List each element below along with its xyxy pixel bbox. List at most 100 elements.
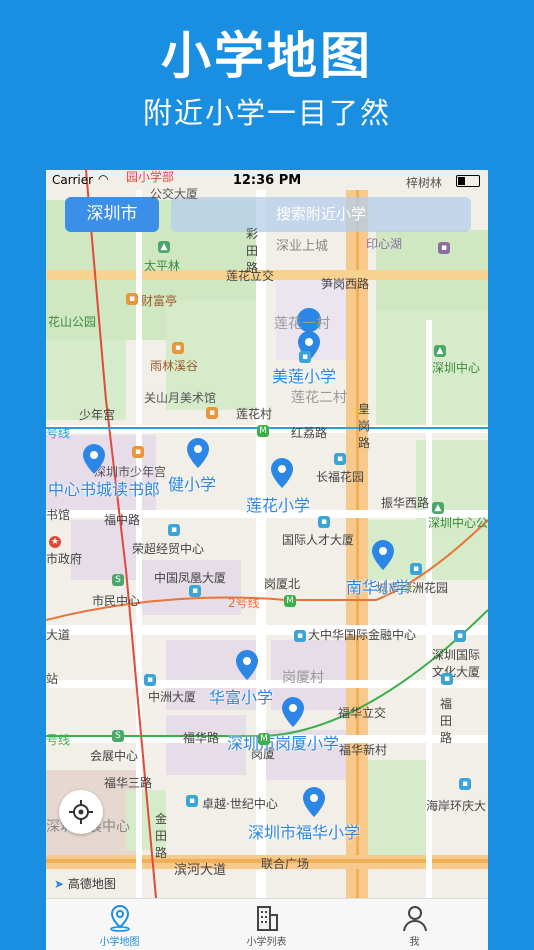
metro-icon: M	[257, 425, 269, 437]
map-label: 红荔路	[291, 426, 328, 440]
building-icon: ▪	[144, 674, 156, 686]
park-icon: ▲	[432, 502, 444, 514]
map-label: 号线	[46, 426, 71, 440]
tab-map[interactable]: 小学地图	[46, 899, 193, 950]
map-label: 号线	[46, 733, 71, 747]
metro-icon: S	[112, 730, 124, 742]
map-label: 岗厦北	[264, 577, 301, 591]
map-label: 福田路	[440, 697, 453, 745]
locate-me-button[interactable]	[59, 790, 103, 834]
building-icon: ▪	[294, 630, 306, 642]
building-icon: ▪	[299, 351, 311, 363]
map-label: 国际人才大厦	[282, 533, 355, 547]
map-label: 园小学部	[126, 170, 175, 184]
map-label: 会展中心	[90, 749, 139, 763]
search-input[interactable]: 搜索附近小学	[171, 197, 471, 232]
map-label: 莲花村	[236, 407, 273, 421]
map-label: 印心湖	[366, 237, 403, 251]
building-icon: ▪	[454, 630, 466, 642]
map-label: 梓树林	[406, 176, 443, 190]
building-icon: ▪	[438, 242, 450, 254]
map-label: 振华西路	[381, 496, 430, 510]
school-label[interactable]: 南华小学	[346, 574, 410, 598]
map-label: 荣超经贸中心	[132, 542, 205, 556]
map-label: 太平林	[144, 259, 181, 273]
museum-icon: ▪	[132, 446, 144, 458]
map-label: 笋岗西路	[321, 277, 370, 291]
government-icon: ★	[49, 536, 61, 548]
map-label: 福华立交	[338, 706, 387, 720]
map-label: 福中路	[104, 513, 141, 527]
metro-icon: S	[112, 574, 124, 586]
map-label: 岗厦村	[282, 670, 324, 686]
building-icon: ▪	[410, 563, 422, 575]
map-pin-tab-icon	[109, 904, 130, 932]
map-label: 长福花园	[316, 470, 365, 484]
museum-icon: ▪	[126, 293, 138, 305]
tab-list-label: 小学列表	[246, 937, 287, 948]
location-pin-icon[interactable]	[371, 540, 395, 570]
park-icon: ▲	[158, 241, 170, 253]
school-label[interactable]: 深圳市岗厦小学	[227, 730, 339, 754]
location-pin-icon[interactable]	[302, 787, 326, 817]
museum-icon: ▪	[172, 342, 184, 354]
metro-icon: M	[258, 733, 270, 745]
arrow-logo-icon: ➤	[54, 877, 65, 891]
tab-list[interactable]: 小学列表	[193, 899, 340, 950]
map-label: 站	[46, 672, 59, 686]
map-label: 卓越·世纪中心	[202, 797, 278, 811]
school-label[interactable]: 中心书城读书郎	[48, 476, 160, 500]
map-label: 海岸环庆大	[426, 799, 487, 813]
building-icon: ▪	[441, 673, 453, 685]
building-icon: ▪	[186, 795, 198, 807]
map-view[interactable]: Carrier ◠ 12:36 PM 深圳市 搜索附近小学 公交大厦 梓树林 园…	[46, 170, 488, 898]
school-label[interactable]: 深圳市福华小学	[248, 819, 360, 843]
map-label: 深业上城	[276, 239, 329, 254]
map-label: 书馆	[46, 508, 71, 522]
map-label: 市政府	[46, 552, 83, 566]
school-label[interactable]: 莲花小学	[246, 492, 310, 516]
building-icon: ▪	[459, 778, 471, 790]
hero-subtitle: 附近小学一目了然	[142, 96, 391, 130]
map-label: 福华路	[183, 731, 220, 745]
map-label: 莲花二村	[291, 390, 347, 406]
building-icon: ▪	[168, 524, 180, 536]
school-label[interactable]: 美莲小学	[272, 363, 336, 387]
tab-bar: 小学地图 小学列表 我	[46, 898, 488, 950]
map-label: 福华三路	[104, 776, 153, 790]
location-pin-icon[interactable]	[186, 438, 210, 468]
phone-screen: Carrier ◠ 12:36 PM 深圳市 搜索附近小学 公交大厦 梓树林 园…	[46, 170, 488, 950]
map-label: 公交大厦	[150, 187, 199, 201]
user-tab-icon	[402, 906, 427, 932]
location-pin-icon[interactable]	[270, 458, 294, 488]
map-provider-name: 高德地图	[67, 877, 116, 891]
map-label: 滨河大道	[174, 863, 227, 878]
map-label: 大中华国际金融中心	[308, 628, 417, 642]
location-pin-icon[interactable]	[281, 697, 305, 727]
map-label: 财富亭	[141, 294, 178, 308]
map-label: 联合广场	[261, 857, 310, 871]
map-provider-logo: ➤ 高德地图	[54, 875, 116, 892]
tab-me[interactable]: 我	[341, 899, 488, 950]
school-label[interactable]: 健小学	[168, 471, 216, 495]
map-label: 福华新村	[339, 743, 388, 757]
map-label: 关山月美术馆	[144, 391, 217, 405]
battery-icon	[456, 175, 480, 187]
location-pin-icon[interactable]	[235, 650, 259, 680]
map-label: 彩田路	[246, 227, 259, 275]
map-label: 雨林溪谷	[150, 359, 199, 373]
museum-icon: ▪	[206, 407, 218, 419]
building-icon: ▪	[189, 585, 201, 597]
city-selector-button[interactable]: 深圳市	[65, 197, 159, 232]
building-tab-icon	[256, 906, 278, 931]
building-icon: ▪	[334, 453, 346, 465]
metro-icon: M	[284, 595, 296, 607]
map-label: 花山公园	[48, 315, 97, 329]
school-label[interactable]: 华富小学	[209, 684, 273, 708]
building-icon: ▪	[318, 516, 330, 528]
tab-map-label: 小学地图	[99, 937, 140, 948]
location-pin-icon[interactable]	[82, 444, 106, 474]
map-label: 大道	[46, 628, 71, 642]
map-label: 市民中心	[92, 594, 141, 608]
map-label: 皇岗路	[358, 402, 371, 450]
